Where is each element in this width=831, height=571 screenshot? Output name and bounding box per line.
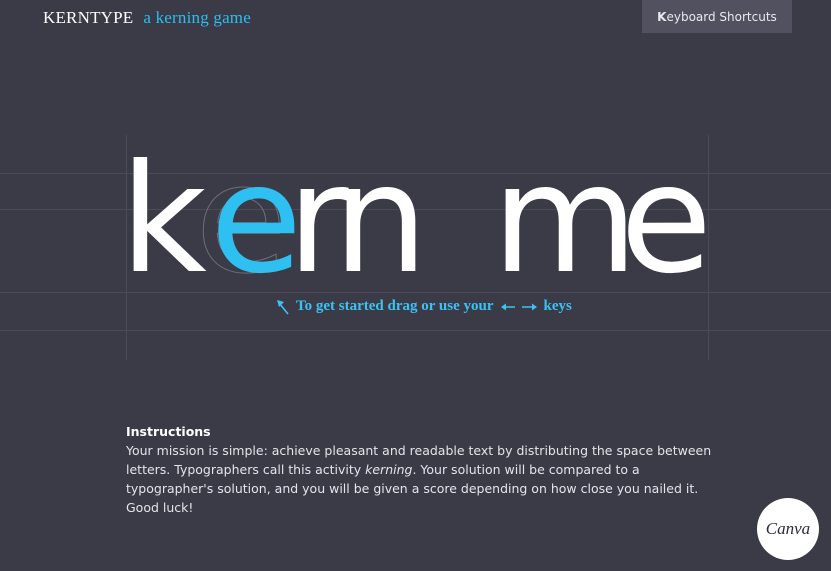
- instructions-heading: Instructions: [126, 424, 211, 439]
- canva-badge[interactable]: Canva: [757, 498, 819, 560]
- hint-text: To get started drag or use your: [296, 298, 494, 314]
- instructions-emphasis: kerning: [365, 462, 413, 477]
- letter-k[interactable]: k: [120, 140, 207, 300]
- arrow-keys-icon: [500, 303, 537, 310]
- kerning-word: e k e r n m e: [0, 140, 831, 301]
- shortcuts-label: eyboard Shortcuts: [666, 9, 777, 24]
- shortcuts-first-letter: K: [657, 9, 667, 24]
- drag-hint: To get started drag or use your keys: [276, 298, 572, 315]
- instructions-panel: Instructions Your mission is simple: ach…: [126, 422, 726, 517]
- brand-name: KERNTYPE: [43, 8, 134, 27]
- brand-tagline: a kerning game: [143, 8, 251, 27]
- letter-e[interactable]: e: [620, 140, 712, 300]
- hint-keys-text: keys: [543, 298, 572, 314]
- guide-descender: [0, 330, 831, 331]
- letter-m[interactable]: m: [492, 140, 638, 300]
- pointer-arrow-icon: [277, 299, 289, 315]
- instructions-text: Your mission is simple: achieve pleasant…: [126, 441, 726, 517]
- letter-n[interactable]: n: [333, 140, 428, 300]
- brand[interactable]: KERNTYPE a kerning game: [43, 8, 251, 28]
- keyboard-shortcuts-button[interactable]: Keyboard Shortcuts: [642, 0, 792, 33]
